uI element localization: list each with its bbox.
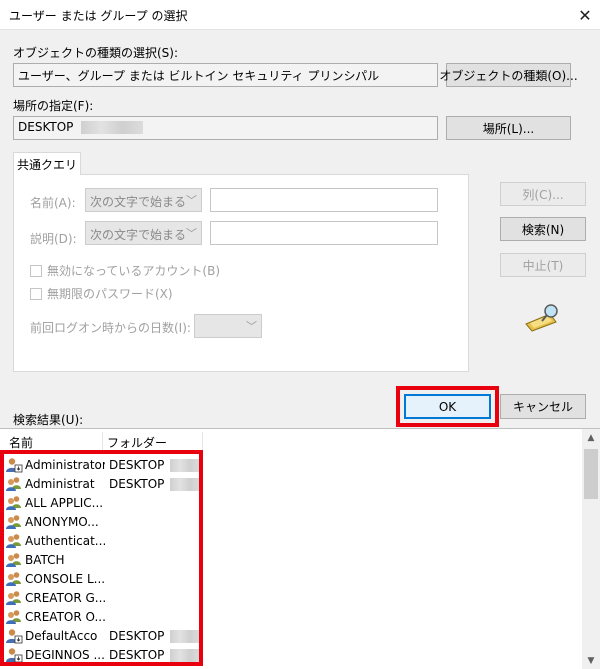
scroll-down-icon[interactable]: ▼	[582, 652, 600, 669]
description-label: 説明(D):	[30, 232, 77, 246]
stop-button[interactable]: 中止(T)	[500, 253, 586, 277]
days-since-last-logon-select[interactable]: ﹀	[194, 314, 262, 338]
object-types-button[interactable]: オブジェクトの種類(O)...	[439, 63, 578, 87]
locations-button[interactable]: 場所(L)...	[446, 116, 571, 140]
title-bar: ユーザー または グループ の選択 ✕	[0, 0, 600, 30]
location-label: 場所の指定(F):	[13, 99, 94, 113]
name-label: 名前(A):	[30, 196, 76, 210]
find-now-button[interactable]: 検索(N)	[500, 217, 586, 241]
window-title: ユーザー または グループ の選択	[9, 9, 188, 23]
description-condition-value: 次の文字で始まる	[90, 228, 187, 242]
ok-highlight-box	[396, 386, 499, 427]
scroll-up-icon[interactable]: ▲	[582, 429, 600, 446]
description-input[interactable]	[210, 221, 438, 245]
columns-button[interactable]: 列(C)...	[500, 182, 586, 206]
tab-common-queries[interactable]: 共通クエリ	[13, 152, 81, 175]
results-highlight-box	[0, 450, 203, 666]
chevron-down-icon: ﹀	[186, 194, 197, 207]
redacted-block	[81, 121, 144, 134]
column-header-name[interactable]: 名前	[5, 432, 103, 451]
name-condition-select[interactable]: 次の文字で始まる ﹀	[85, 188, 202, 212]
close-button[interactable]: ✕	[570, 0, 600, 30]
object-type-label: オブジェクトの種類の選択(S):	[13, 46, 179, 60]
location-field: DESKTOP	[13, 116, 438, 140]
cancel-button[interactable]: キャンセル	[500, 394, 586, 419]
days-since-last-logon-label: 前回ログオン時からの日数(I):	[30, 321, 191, 335]
non-expiring-password-checkbox[interactable]: 無期限のパスワード(X)	[30, 285, 173, 302]
location-value: DESKTOP	[18, 120, 74, 134]
chevron-down-icon: ﹀	[186, 227, 197, 240]
checkbox-box	[30, 287, 42, 300]
name-input[interactable]	[210, 188, 438, 212]
close-icon: ✕	[578, 5, 592, 25]
column-header-folder[interactable]: フォルダー	[103, 432, 203, 451]
disabled-accounts-checkbox[interactable]: 無効になっているアカウント(B)	[30, 262, 220, 279]
search-flashlight-icon	[525, 304, 558, 332]
checkbox-box	[30, 264, 42, 277]
results-scrollbar[interactable]: ▲ ▼	[582, 429, 600, 669]
object-type-field: ユーザー、グループ または ビルトイン セキュリティ プリンシパル	[13, 63, 438, 87]
disabled-accounts-label: 無効になっているアカウント(B)	[47, 264, 220, 278]
scroll-thumb[interactable]	[584, 449, 598, 499]
select-users-or-groups-dialog: ユーザー または グループ の選択 ✕ オブジェクトの種類の選択(S): ユーザ…	[0, 0, 600, 669]
chevron-down-icon: ﹀	[246, 320, 257, 333]
search-results-label: 検索結果(U):	[13, 413, 84, 427]
name-condition-value: 次の文字で始まる	[90, 195, 187, 209]
description-condition-select[interactable]: 次の文字で始まる ﹀	[85, 221, 202, 245]
non-expiring-password-label: 無期限のパスワード(X)	[47, 287, 173, 301]
